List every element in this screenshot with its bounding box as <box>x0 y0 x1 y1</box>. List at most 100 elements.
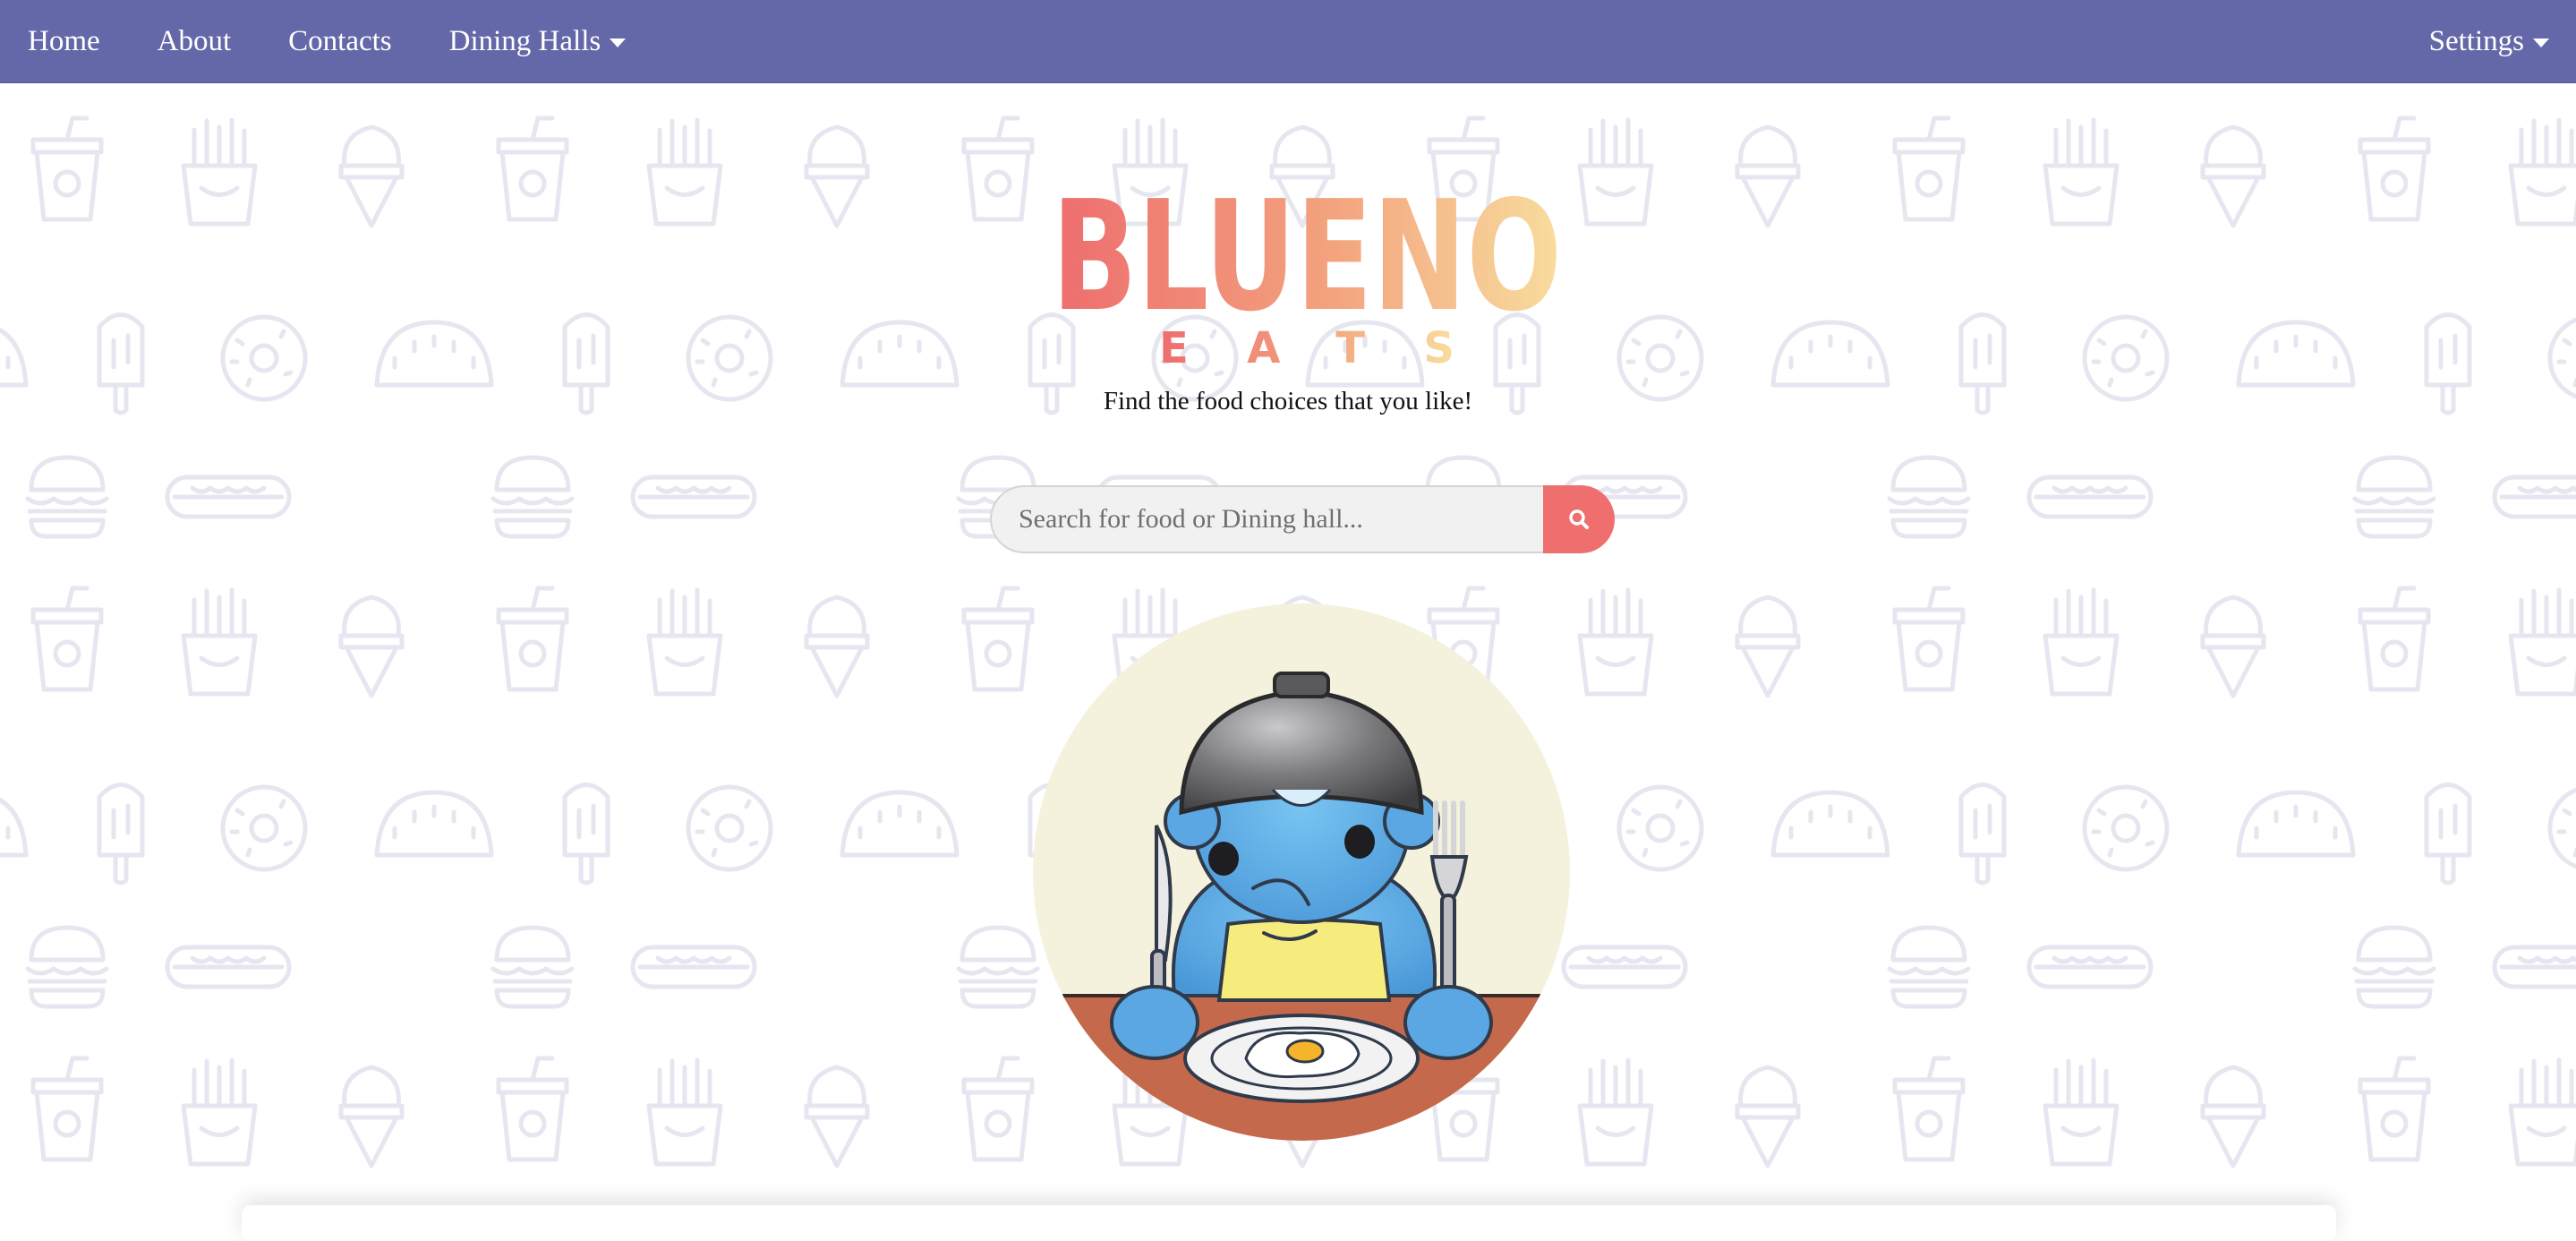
fries-icon <box>183 120 255 224</box>
ice-cream-cone-icon <box>2203 1067 2264 1166</box>
ice-cream-cone-icon <box>1737 1067 1798 1166</box>
taco-icon <box>0 792 26 855</box>
fries-icon <box>2045 1060 2117 1164</box>
ice-cream-cone-icon <box>341 1067 402 1166</box>
donut-icon <box>1619 787 1702 869</box>
blueno-eats-logo: BLUENO EATS <box>1047 161 1566 376</box>
donut-icon <box>2550 787 2576 869</box>
taco-icon <box>1773 792 1888 855</box>
drink-cup-icon <box>964 588 1032 689</box>
ice-cream-cone-icon <box>806 597 867 696</box>
ice-cream-cone-icon <box>341 127 402 226</box>
drink-cup-icon <box>1895 588 1963 689</box>
ice-cream-cone-icon <box>1737 127 1798 226</box>
taco-icon <box>1773 322 1888 385</box>
search-input[interactable] <box>990 485 1543 553</box>
drink-cup-icon <box>2360 118 2428 219</box>
fries-icon <box>2511 120 2576 224</box>
nav-settings-label: Settings <box>2428 24 2524 57</box>
fries-icon <box>2045 120 2117 224</box>
drink-cup-icon <box>33 588 101 689</box>
popsicle-icon <box>565 785 608 884</box>
fries-icon <box>2511 1060 2576 1164</box>
burger-icon <box>959 928 1037 1006</box>
hot-dog-icon <box>2495 947 2576 987</box>
caret-down-icon <box>2533 39 2549 47</box>
ice-cream-cone-icon <box>2203 127 2264 226</box>
hot-dog-icon <box>2495 477 2576 517</box>
fries-icon <box>2511 590 2576 694</box>
burger-icon <box>493 928 572 1006</box>
fries-icon <box>183 1060 255 1164</box>
fries-icon <box>183 590 255 694</box>
hot-dog-icon <box>633 477 755 517</box>
donut-icon <box>688 787 771 869</box>
fries-icon <box>1580 590 1651 694</box>
burger-icon <box>1889 928 1968 1006</box>
tagline: Find the food choices that you like! <box>1103 387 1473 415</box>
nav-about-link[interactable]: About <box>158 25 232 58</box>
ice-cream-cone-icon <box>1737 597 1798 696</box>
drink-cup-icon <box>499 118 567 219</box>
ice-cream-cone-icon <box>806 1067 867 1166</box>
burger-icon <box>28 928 107 1006</box>
logo-wordmark-blueno: BLUENO <box>1052 168 1562 346</box>
nav-dining-halls-dropdown[interactable]: Dining Halls <box>449 25 627 58</box>
nav-contacts-label: Contacts <box>288 24 392 57</box>
caret-down-icon <box>610 39 627 47</box>
drink-cup-icon <box>1895 118 1963 219</box>
search-icon <box>1569 509 1589 529</box>
hot-dog-icon <box>167 477 289 517</box>
taco-icon <box>2239 792 2353 855</box>
burger-icon <box>2355 928 2434 1006</box>
burger-icon <box>28 458 107 536</box>
search-button[interactable] <box>1543 485 1615 553</box>
content-card-edge <box>242 1205 2336 1241</box>
taco-icon <box>377 792 491 855</box>
nav-home-link[interactable]: Home <box>28 25 100 58</box>
drink-cup-icon <box>964 1058 1032 1160</box>
burger-icon <box>1889 458 1968 536</box>
taco-icon <box>377 322 491 385</box>
fries-icon <box>649 120 721 224</box>
nav-dining-halls-label: Dining Halls <box>448 24 601 57</box>
top-navbar: Home About Contacts Dining Halls Setting… <box>0 0 2576 83</box>
drink-cup-icon <box>33 118 101 219</box>
donut-icon <box>2085 787 2167 869</box>
hot-dog-icon <box>167 947 289 987</box>
fries-icon <box>649 1060 721 1164</box>
drink-cup-icon <box>499 1058 567 1160</box>
nav-contacts-link[interactable]: Contacts <box>288 25 391 58</box>
nav-home-label: Home <box>28 24 100 57</box>
drink-cup-icon <box>1895 1058 1963 1160</box>
taco-icon <box>2239 322 2353 385</box>
donut-icon <box>223 787 305 869</box>
drink-cup-icon <box>33 1058 101 1160</box>
drink-cup-icon <box>499 588 567 689</box>
taco-icon <box>0 322 26 385</box>
drink-cup-icon <box>2360 1058 2428 1160</box>
drink-cup-icon <box>964 118 1032 219</box>
fries-icon <box>2045 590 2117 694</box>
burger-icon <box>493 458 572 536</box>
bear-mascot-illustration <box>1031 602 1572 1143</box>
popsicle-icon <box>99 785 142 884</box>
hot-dog-icon <box>633 947 755 987</box>
taco-icon <box>842 792 957 855</box>
taco-icon <box>842 322 957 385</box>
popsicle-icon <box>2427 785 2469 884</box>
fries-icon <box>649 590 721 694</box>
fries-icon <box>1580 120 1651 224</box>
burger-icon <box>2355 458 2434 536</box>
ice-cream-cone-icon <box>341 597 402 696</box>
nav-settings-dropdown[interactable]: Settings <box>2429 25 2549 58</box>
fries-icon <box>1580 1060 1651 1164</box>
hot-dog-icon <box>1564 947 1685 987</box>
nav-about-label: About <box>157 24 232 57</box>
ice-cream-cone-icon <box>2203 597 2264 696</box>
search-bar <box>990 485 1615 553</box>
drink-cup-icon <box>2360 588 2428 689</box>
popsicle-icon <box>1961 785 2004 884</box>
hot-dog-icon <box>2029 477 2151 517</box>
ice-cream-cone-icon <box>806 127 867 226</box>
